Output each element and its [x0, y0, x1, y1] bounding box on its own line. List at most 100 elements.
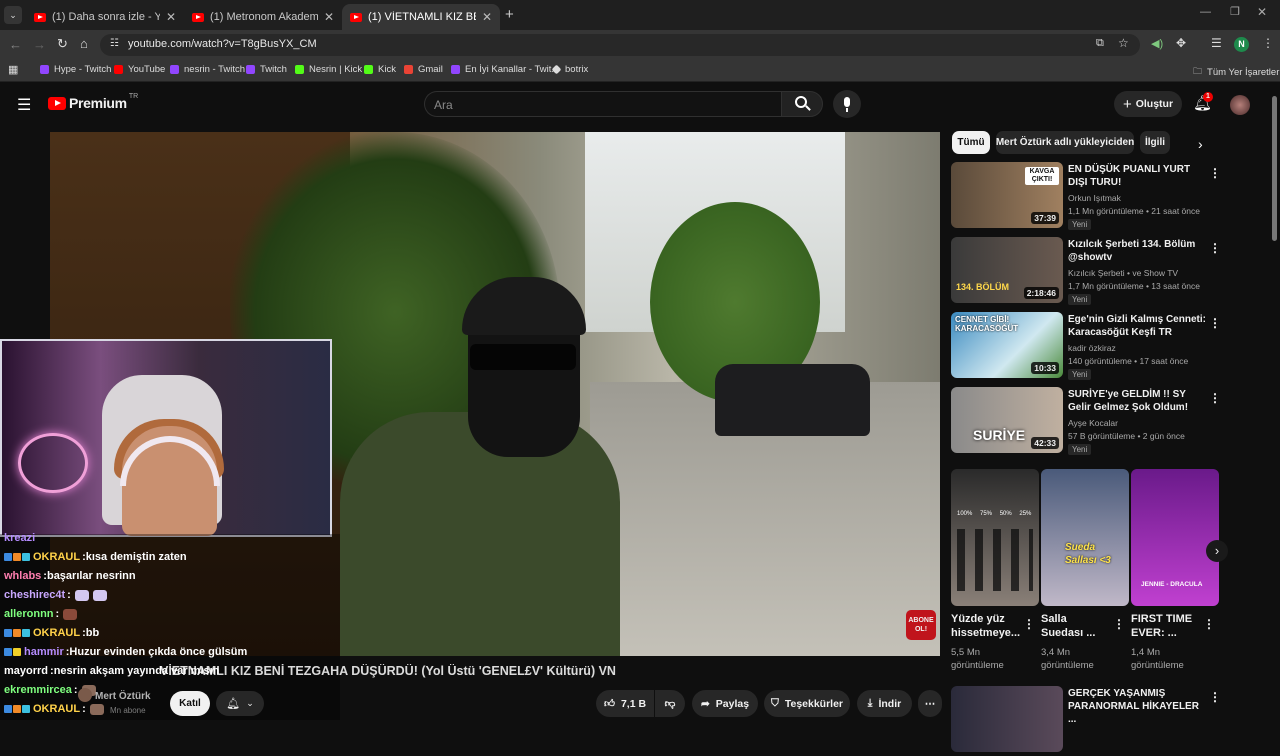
video-duration: 10:33 [1031, 362, 1059, 374]
recommended-video[interactable]: GERÇEK YAŞANMIŞ PARANORMAL HİKAYELER ...… [951, 686, 1241, 756]
home-icon[interactable]: ⌂ [80, 36, 88, 51]
video-title: VİETNAMLI KIZ BENİ TEZGAHA DÜŞÜRDÜ! (Yol… [160, 664, 616, 678]
more-actions-button[interactable]: ⋯ [918, 690, 942, 717]
chat-message: hammir : Huzur evinden çıkda önce gülsüm [4, 646, 247, 658]
window-close-icon[interactable]: ✕ [1257, 5, 1267, 19]
tab-current-video[interactable]: (1) VİETNAMLI KIZ BENİ TEZGA ✕ [342, 4, 500, 30]
new-badge: Yeni [1068, 294, 1092, 305]
bookmark-label: En İyi Kanallar - Twit... [465, 64, 560, 75]
subscribe-overlay-badge[interactable]: ABONE OL! [906, 610, 936, 640]
recommended-video[interactable]: 134. BÖLÜM 2:18:46 Kızılcık Şerbeti 134.… [951, 237, 1241, 307]
new-tab-icon[interactable]: + [505, 6, 514, 23]
all-bookmarks[interactable]: 🗀 Tüm Yer İşaretleri [1193, 64, 1280, 80]
address-bar[interactable]: ☷ youtube.com/watch?v=T8gBusYX_CM ⧉ ☆ [100, 34, 1140, 56]
chip-all[interactable]: Tümü [952, 131, 990, 154]
chip-from-uploader[interactable]: Mert Öztürk adlı yükleyiciden [996, 131, 1134, 154]
minimize-icon[interactable]: — [1200, 6, 1211, 18]
chat-message: OKRAUL : [4, 703, 104, 715]
page-scrollbar[interactable] [1272, 96, 1277, 241]
folder-icon: 🗀 [1193, 66, 1203, 76]
profile-avatar[interactable]: N [1234, 37, 1249, 52]
thanks-button[interactable]: ⛉ Teşekkürler [764, 690, 850, 717]
bookmark-botrix[interactable]: botrix [551, 64, 588, 75]
channel-name[interactable]: Mert Öztürk [95, 691, 151, 702]
subscribe-bell-button[interactable]: 🔔︎ ⌄ [216, 691, 264, 716]
short-thumbnail[interactable]: Sueda Sallası <3 [1041, 469, 1129, 606]
tab-watch-later[interactable]: (1) Daha sonra izle - YouTube ✕ [26, 4, 184, 30]
search-input[interactable]: Ara [424, 91, 781, 117]
bookmark-star-icon[interactable]: ☆ [1118, 36, 1129, 50]
back-icon[interactable]: ← [9, 37, 22, 52]
youtube-header: ☰ Premium TR Ara + Oluştur 🔔︎ 1 [0, 82, 1280, 126]
search-button[interactable] [781, 91, 823, 117]
chevron-right-icon[interactable]: › [1198, 136, 1203, 152]
reading-list-icon[interactable]: ☰ [1211, 36, 1222, 50]
bookmark-best-channels[interactable]: En İyi Kanallar - Twit... [451, 64, 559, 75]
bookmark-nesrin-twitch[interactable]: nesrin - Twitch [170, 64, 245, 75]
browser-menu-icon[interactable]: ⋮ [1262, 36, 1274, 50]
badge-icon [13, 553, 21, 561]
recommended-video[interactable]: CENNET GİBİ! KARACASÖĞÜT 10:33 Ege'nin G… [951, 312, 1241, 382]
download-icon: ⤓ [867, 697, 873, 709]
download-button[interactable]: ⤓ İndir [857, 690, 912, 717]
recommended-video[interactable]: KAVGA ÇIKTI! 37:39 EN DÜŞÜK PUANLI YURT … [951, 162, 1241, 232]
more-horizontal-icon: ⋯ [924, 697, 936, 710]
more-vert-icon[interactable]: ⋮ [1023, 617, 1035, 631]
dislike-button[interactable]: 👎︎ [655, 690, 685, 717]
short-thumbnail[interactable]: 100% 75% 50% 25% [951, 469, 1039, 606]
forward-icon[interactable]: → [33, 37, 46, 52]
tab-search-icon[interactable]: ⌄ [4, 6, 22, 24]
voice-search-button[interactable] [833, 90, 861, 118]
bookmark-hype-twitch[interactable]: Hype - Twitch [40, 64, 111, 75]
recommended-video[interactable]: SURİYE 42:33 SURİYE'ye GELDİM !! SY Geli… [951, 387, 1241, 457]
dancers [957, 529, 1033, 591]
join-button[interactable]: Katıl [170, 691, 210, 716]
more-vert-icon[interactable]: ⋮ [1209, 316, 1221, 330]
emote-icon [89, 703, 104, 715]
bookmark-twitch[interactable]: Twitch [246, 64, 287, 75]
more-vert-icon[interactable]: ⋮ [1203, 617, 1215, 631]
channel-avatar[interactable] [78, 688, 92, 702]
bookmark-youtube[interactable]: YouTube [114, 64, 165, 75]
apps-grid-icon[interactable]: ▦ [8, 63, 18, 76]
reload-icon[interactable]: ↻ [57, 36, 68, 52]
short-thumbnail[interactable]: JENNIE - DRACULA [1131, 469, 1219, 606]
thanks-icon: ⛉ [770, 697, 779, 709]
tab-metronom[interactable]: (1) Metronom Akademi | 19. Bö ✕ [184, 4, 342, 30]
bookmark-kick[interactable]: Kick [364, 64, 396, 75]
more-vert-icon[interactable]: ⋮ [1209, 391, 1221, 405]
youtube-logo[interactable]: Premium TR [48, 93, 138, 111]
bookmark-nesrin-kick[interactable]: Nesrin | Kick [295, 64, 362, 75]
neon-deco [18, 433, 88, 493]
chip-related[interactable]: İlgili [1140, 131, 1170, 154]
hamburger-menu-icon[interactable]: ☰ [17, 95, 31, 115]
like-button[interactable]: 👍︎ 7,1 B [596, 690, 654, 717]
twitch-icon [451, 65, 460, 74]
create-button[interactable]: + Oluştur [1114, 91, 1182, 117]
gmail-icon [404, 65, 413, 74]
restore-icon[interactable]: ❐ [1230, 5, 1240, 18]
extensions-icon[interactable]: ✥ [1176, 36, 1186, 50]
more-vert-icon[interactable]: ⋮ [1113, 617, 1125, 631]
video-frame-person-body [340, 412, 620, 656]
thumbnail-caption: CENNET GİBİ! KARACASÖĞÜT [955, 315, 1019, 333]
more-vert-icon[interactable]: ⋮ [1209, 166, 1221, 180]
bookmark-gmail[interactable]: Gmail [404, 64, 443, 75]
more-vert-icon[interactable]: ⋮ [1209, 241, 1221, 255]
channel-name: Orkun Işıtmak [1068, 193, 1121, 203]
shorts-next-button[interactable]: › [1206, 540, 1228, 562]
video-thumbnail: CENNET GİBİ! KARACASÖĞÜT 10:33 [951, 312, 1063, 378]
share-button[interactable]: ➦ Paylaş [692, 690, 758, 717]
install-app-icon[interactable]: ⧉ [1096, 37, 1104, 50]
video-meta: 140 görüntüleme • 17 saat önce [1068, 356, 1189, 366]
tab-title: (1) VİETNAMLI KIZ BENİ TEZGA [368, 11, 476, 23]
close-tab-icon[interactable]: ✕ [324, 10, 334, 24]
site-info-icon[interactable]: ☷ [110, 38, 119, 49]
twitch-icon [246, 65, 255, 74]
more-vert-icon[interactable]: ⋮ [1209, 690, 1221, 704]
close-tab-icon[interactable]: ✕ [482, 10, 492, 24]
close-tab-icon[interactable]: ✕ [166, 10, 176, 24]
new-badge: Yeni [1068, 444, 1092, 455]
user-avatar[interactable] [1230, 95, 1250, 115]
audio-playing-icon[interactable]: ◀) [1151, 37, 1163, 50]
